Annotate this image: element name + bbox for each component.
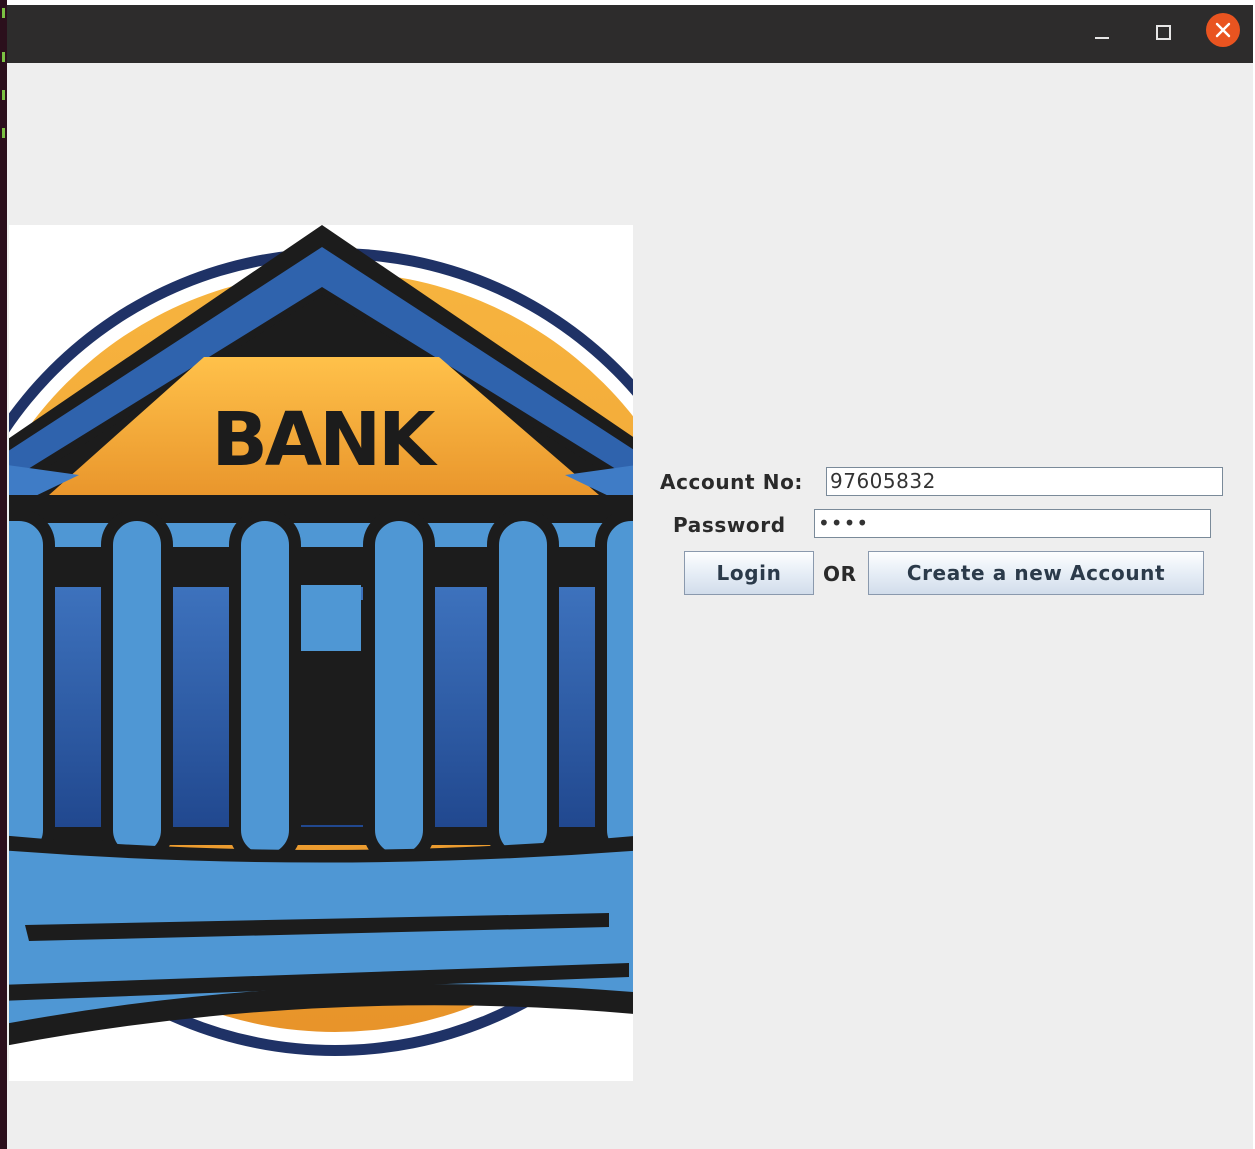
- desktop-marker: [2, 52, 5, 62]
- close-button[interactable]: [1206, 13, 1240, 47]
- logo-text: BANK: [212, 397, 439, 483]
- password-label: Password: [673, 513, 786, 537]
- minimize-icon: [1095, 37, 1109, 39]
- account-no-input[interactable]: 97605832: [826, 467, 1223, 496]
- maximize-button[interactable]: [1146, 15, 1180, 49]
- login-button[interactable]: Login: [684, 551, 814, 595]
- desktop-edge: [0, 0, 7, 1149]
- desktop-marker: [2, 90, 5, 100]
- bank-logo-image: BANK: [9, 225, 633, 1081]
- title-bar[interactable]: [7, 5, 1253, 63]
- close-icon: [1215, 22, 1231, 38]
- password-input[interactable]: ••••: [814, 509, 1211, 538]
- desktop-marker: [2, 8, 5, 18]
- bank-logo-icon: BANK: [9, 225, 633, 1056]
- or-label: OR: [823, 562, 857, 586]
- app-window: BANK Account No: 97605832 Password •••• …: [7, 5, 1253, 1149]
- account-no-label: Account No:: [660, 470, 804, 494]
- minimize-button[interactable]: [1085, 15, 1119, 49]
- desktop-marker: [2, 128, 5, 138]
- create-account-button[interactable]: Create a new Account: [868, 551, 1204, 595]
- maximize-icon: [1155, 24, 1171, 40]
